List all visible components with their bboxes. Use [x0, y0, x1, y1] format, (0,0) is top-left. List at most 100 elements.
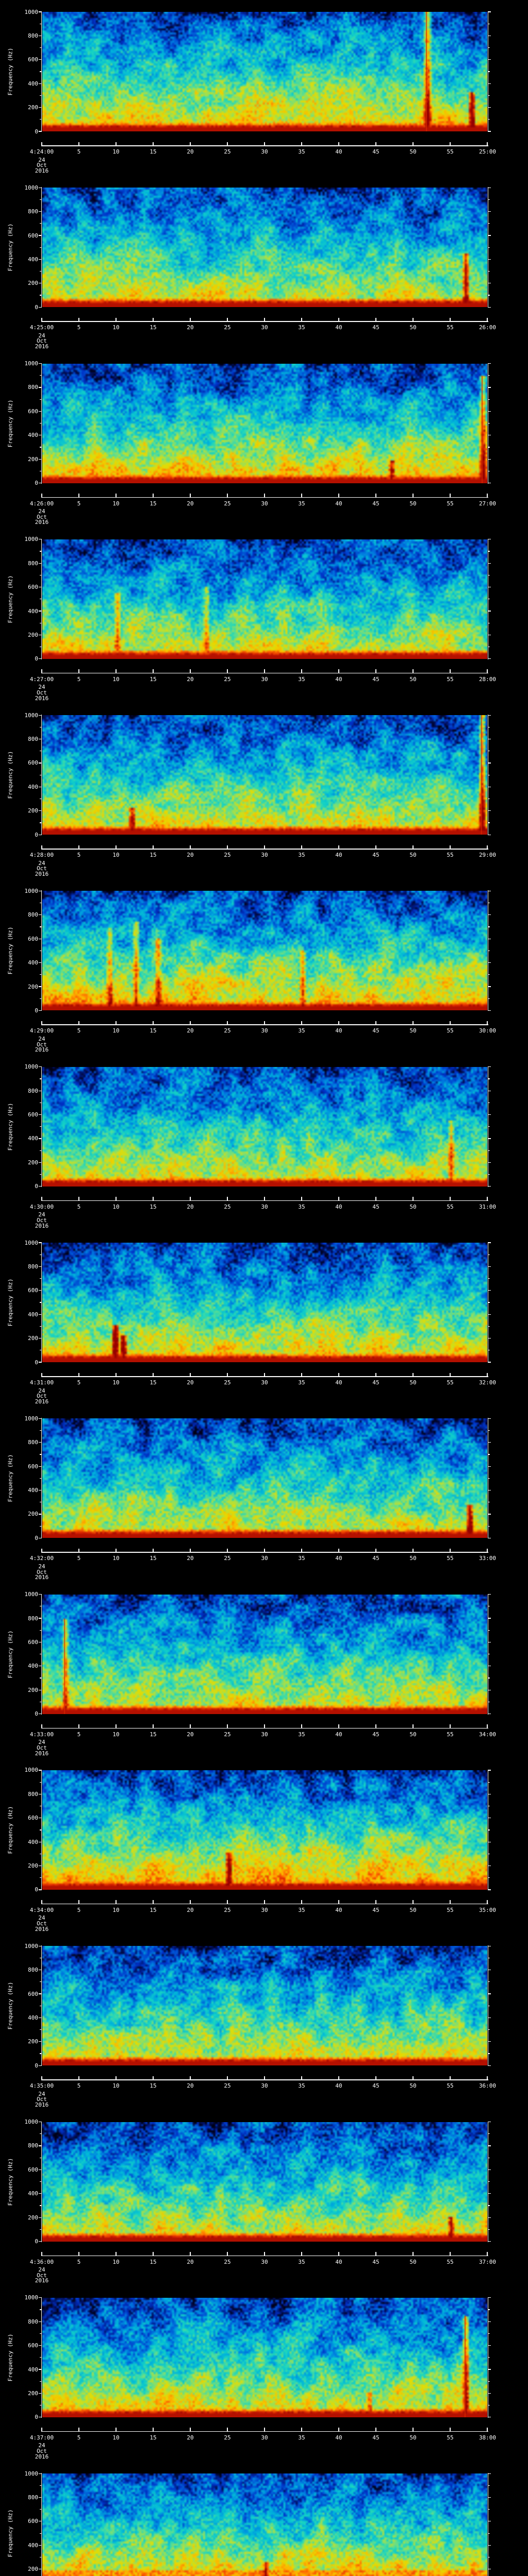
time-axis-tick: [487, 669, 488, 673]
x-tick-label: 15: [150, 1731, 157, 1738]
y-axis-tick: [488, 59, 491, 60]
y-axis-tick: [488, 83, 491, 84]
y-tick-label: 0: [35, 128, 38, 135]
y-axis-tick: [488, 762, 491, 764]
x-tick-label: 10: [112, 1203, 120, 1210]
x-tick-label: 30: [261, 1203, 268, 1210]
y-axis-tick: [488, 47, 490, 48]
x-tick-label: 5: [77, 852, 81, 859]
time-axis: [41, 1552, 488, 1553]
spectrogram-canvas: [42, 1770, 487, 1890]
y-axis-tick: [488, 962, 491, 963]
date-line: 2016: [35, 519, 49, 526]
y-axis-title: Frequency (Hz): [7, 1806, 14, 1854]
y-axis-tick: [488, 1594, 491, 1595]
y-axis-tick: [488, 247, 490, 248]
y-axis-tick: [39, 914, 41, 916]
y-tick-label: 1000: [24, 1415, 39, 1422]
date-label: 24 Oct 2016: [26, 1564, 57, 1581]
x-tick-label: 10: [112, 2082, 120, 2090]
time-axis-tick: [227, 1900, 228, 1904]
y-axis-tick: [488, 2297, 491, 2298]
end-time-label: 31:00: [478, 1203, 497, 1210]
y-axis-tick: [40, 1630, 41, 1631]
y-axis-tick: [40, 926, 41, 927]
y-axis-tick: [39, 259, 41, 260]
y-axis-tick: [488, 1010, 491, 1011]
x-tick-label: 20: [187, 148, 194, 155]
y-tick-label: 600: [28, 2166, 38, 2173]
x-tick-label: 45: [372, 1027, 380, 1035]
y-axis-tick: [39, 1290, 41, 1291]
y-axis-tick: [488, 2473, 491, 2474]
y-axis-title: Frequency (Hz): [7, 575, 14, 623]
time-axis-tick: [450, 494, 451, 497]
start-time-label: 4:27:00: [29, 675, 54, 683]
y-tick-label: 200: [28, 1511, 38, 1518]
y-tick-label: 0: [35, 2414, 38, 2421]
x-tick-label: 25: [224, 1379, 231, 1386]
spectrogram-panel: Frequency (Hz) 0 200 400 600 800 1000 5 10 15 20 25…: [0, 1406, 528, 1583]
time-axis-tick: [487, 317, 488, 321]
y-axis-tick: [40, 2381, 41, 2382]
y-tick-label: 800: [28, 911, 38, 919]
x-tick-label: 30: [261, 324, 268, 331]
x-tick-label: 50: [409, 1379, 417, 1386]
y-axis-left: [41, 11, 42, 132]
y-tick-label: 800: [28, 2494, 38, 2501]
y-axis-tick: [39, 1186, 41, 1187]
y-axis-tick: [488, 1242, 491, 1243]
time-axis: [41, 1903, 488, 1905]
date-label: 24 Oct 2016: [26, 2443, 57, 2460]
spectrogram-canvas: [42, 1418, 487, 1538]
y-axis-tick: [488, 2133, 490, 2134]
time-axis-tick: [116, 494, 117, 497]
y-axis-tick: [488, 2357, 490, 2358]
time-axis-tick: [190, 142, 191, 145]
end-time-label: 37:00: [478, 2258, 497, 2265]
x-tick-label: 35: [298, 852, 305, 859]
x-tick-label: 10: [112, 1379, 120, 1386]
y-axis-tick: [488, 2205, 490, 2206]
x-tick-label: 20: [187, 2434, 194, 2441]
x-tick-label: 45: [372, 1906, 380, 1913]
y-tick-label: 600: [28, 408, 38, 415]
x-tick-label: 25: [224, 1731, 231, 1738]
x-tick-label: 35: [298, 2258, 305, 2265]
time-axis-tick: [190, 494, 191, 497]
time-axis-tick: [487, 1724, 488, 1728]
date-line: 2016: [35, 1222, 49, 1229]
x-tick-label: 40: [335, 1731, 342, 1738]
y-axis-tick: [39, 563, 41, 564]
y-axis-tick: [39, 2217, 41, 2218]
y-tick-label: 400: [28, 959, 38, 967]
end-time-label: 25:00: [478, 148, 497, 155]
time-axis-tick: [450, 2252, 451, 2256]
y-tick-label: 0: [35, 1007, 38, 1014]
x-tick-label: 30: [261, 1027, 268, 1035]
time-axis-tick: [78, 669, 79, 673]
time-axis-tick: [450, 1548, 451, 1552]
time-axis-tick: [227, 845, 228, 849]
time-axis-tick: [487, 2252, 488, 2256]
y-tick-label: 600: [28, 1463, 38, 1470]
time-axis-tick: [375, 845, 376, 849]
y-axis-tick: [488, 2533, 490, 2534]
y-axis-left: [41, 2473, 42, 2576]
time-axis-tick: [116, 1900, 117, 1904]
y-axis-title: Frequency (Hz): [7, 927, 14, 975]
y-axis-tick: [488, 1186, 491, 1187]
y-tick-label: 200: [28, 1862, 38, 1870]
x-tick-label: 35: [298, 500, 305, 507]
time-axis-tick: [301, 845, 302, 849]
y-axis-tick: [488, 1126, 490, 1127]
y-tick-label: 1000: [24, 887, 39, 894]
time-axis-tick: [487, 1548, 488, 1552]
time-axis-tick: [264, 2428, 265, 2431]
x-tick-label: 35: [298, 1906, 305, 1913]
y-tick-label: 800: [28, 1615, 38, 1622]
x-tick-label: 50: [409, 852, 417, 859]
x-tick-label: 55: [447, 1203, 454, 1210]
y-axis-tick: [488, 1150, 490, 1151]
time-axis-tick: [190, 845, 191, 849]
